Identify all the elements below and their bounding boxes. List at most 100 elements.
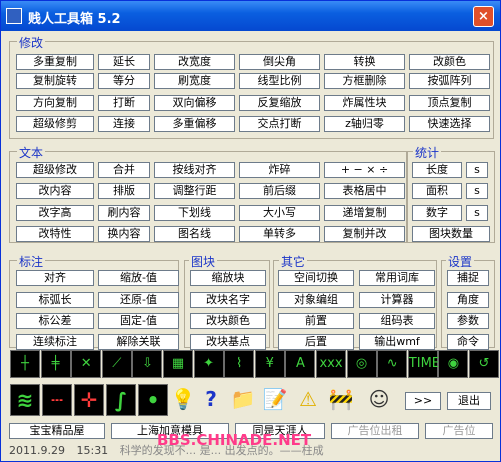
hatch-a-icon[interactable]: A [285,350,316,378]
line-extend-icon[interactable]: ⟋ [101,350,132,378]
arrow-down-icon[interactable]: ⇩ [132,350,163,378]
dot-icon[interactable]: • [138,384,168,416]
stats-button-1[interactable]: 面积 [412,183,462,199]
other-button-3[interactable]: 计算器 [359,292,435,308]
modify-button-6[interactable]: 复制旋转 [16,73,94,89]
time-text-icon[interactable]: TIME [407,350,440,378]
modify-button-13[interactable]: 打断 [98,95,150,111]
modify-button-5[interactable]: 改颜色 [409,54,490,70]
text-button-18[interactable]: 单转多 [239,226,320,242]
block-button-5[interactable]: 改块颜色 [190,313,266,329]
angle-x-icon[interactable]: ✕ [71,350,102,378]
wave-icon[interactable]: ∿ [377,350,408,378]
center-mark-icon[interactable]: ┼ [10,350,40,378]
modify-button-12[interactable]: 方向复制 [16,95,94,111]
modify-button-23[interactable]: 快速选择 [409,116,490,132]
spiral-icon[interactable]: ◉ [438,350,469,378]
text-button-12[interactable]: 下划线 [154,205,235,221]
text-button-11[interactable]: 刷内容 [98,205,150,221]
modify-button-0[interactable]: 多重复制 [16,54,94,70]
block-button-0[interactable]: 缩放-值 [98,270,179,286]
stats-button-2[interactable]: 数字 [412,205,462,221]
dim-button-1[interactable]: 标弧长 [16,292,94,308]
other-button-6[interactable]: 后置 [278,334,354,350]
text-button-17[interactable]: 图名线 [154,226,235,242]
star-icon[interactable]: ✦ [193,350,224,378]
other-button-2[interactable]: 对象编组 [278,292,354,308]
block-button-3[interactable]: 改块名字 [190,292,266,308]
modify-button-21[interactable]: 交点打断 [239,116,320,132]
stats-button-3[interactable]: 图块数量 [412,226,490,242]
modify-button-15[interactable]: 反复缩放 [239,95,320,111]
dim-button-3[interactable]: 连续标注 [16,334,94,350]
lightbulb-icon[interactable]: 💡 [168,384,198,416]
text-button-3[interactable]: 炸碎 [239,162,320,178]
text-button-13[interactable]: 大小写 [239,205,320,221]
block-button-2[interactable]: 还原-值 [98,292,179,308]
modify-button-11[interactable]: 按弧阵列 [409,73,490,89]
modify-button-22[interactable]: z轴归零 [324,116,405,132]
xxx-line-icon[interactable]: xxx [316,350,346,378]
text-button-5[interactable]: 改内容 [16,183,94,199]
text-button-15[interactable]: 改特性 [16,226,94,242]
block-button-7[interactable]: 改块基点 [190,334,266,350]
link-baobao[interactable]: 宝宝精品屋 [9,423,105,439]
modify-button-9[interactable]: 线型比例 [239,73,320,89]
block-button-1[interactable]: 缩放块 [190,270,266,286]
warning-icon[interactable]: ⚠ [293,384,323,416]
modify-button-20[interactable]: 多重偏移 [154,116,235,132]
notepad-icon[interactable]: 📝 [260,384,290,416]
modify-button-8[interactable]: 刷宽度 [154,73,235,89]
text-button-1[interactable]: 合并 [98,162,150,178]
text-button-14[interactable]: 递增复制 [324,205,405,221]
stats-small-button-1[interactable]: s [466,183,488,199]
other-button-4[interactable]: 前置 [278,313,354,329]
tree-icon[interactable]: ¥ [254,350,285,378]
text-button-2[interactable]: 按线对齐 [154,162,235,178]
text-button-9[interactable]: 表格居中 [324,183,405,199]
avatar-icon[interactable]: ☺ [361,384,397,416]
curve-arrow-icon[interactable]: ↺ [469,350,499,378]
settings-button-1[interactable]: 角度 [447,292,489,308]
table-grid-icon[interactable]: ▦ [163,350,193,378]
dim-button-0[interactable]: 对齐 [16,270,94,286]
modify-button-7[interactable]: 等分 [98,73,150,89]
settings-button-2[interactable]: 参数 [447,313,489,329]
text-button-10[interactable]: 改字高 [16,205,94,221]
link-ad-rent[interactable]: 广告位出租 [331,423,419,439]
text-button-7[interactable]: 调整行距 [154,183,235,199]
worker-icon[interactable]: 🚧 [326,384,356,416]
other-button-7[interactable]: 输出wmf [359,334,435,350]
modify-button-16[interactable]: 炸属性块 [324,95,405,111]
modify-button-2[interactable]: 改宽度 [154,54,235,70]
title-bar[interactable]: 贱人工具箱 5.2 × [1,1,500,31]
other-button-5[interactable]: 组码表 [359,313,435,329]
folder-icon[interactable]: 📁 [228,384,258,416]
block-button-6[interactable]: 解除关联 [98,334,179,350]
exit-button[interactable]: 退出 [447,392,491,410]
stats-small-button-0[interactable]: s [466,162,488,178]
modify-button-1[interactable]: 延长 [98,54,150,70]
help-icon[interactable]: ? [196,384,226,416]
text-button-16[interactable]: 换内容 [98,226,150,242]
text-button-6[interactable]: 排版 [98,183,150,199]
modify-button-17[interactable]: 顶点复制 [409,95,490,111]
break-line-icon[interactable]: ⌇ [224,350,255,378]
text-button-0[interactable]: 超级修改 [16,162,94,178]
dim-button-2[interactable]: 标公差 [16,313,94,329]
modify-button-10[interactable]: 方框删除 [324,73,405,89]
zigzag-icon[interactable]: ≋ [10,384,40,416]
block-button-4[interactable]: 固定-值 [98,313,179,329]
spline-icon[interactable]: ∫ [106,384,136,416]
text-button-4[interactable]: + − × ÷ [324,162,405,178]
text-button-19[interactable]: 复制并改 [324,226,405,242]
settings-button-3[interactable]: 命令 [447,334,489,350]
settings-button-0[interactable]: 捕捉 [447,270,489,286]
cross-line-icon[interactable]: ✛ [74,384,104,416]
modify-button-18[interactable]: 超级修剪 [16,116,94,132]
dim-lines-icon[interactable]: ╪ [40,350,71,378]
close-button[interactable]: × [473,6,494,27]
modify-button-14[interactable]: 双向偏移 [154,95,235,111]
other-button-1[interactable]: 常用词库 [359,270,435,286]
link-ad[interactable]: 广告位 [425,423,493,439]
